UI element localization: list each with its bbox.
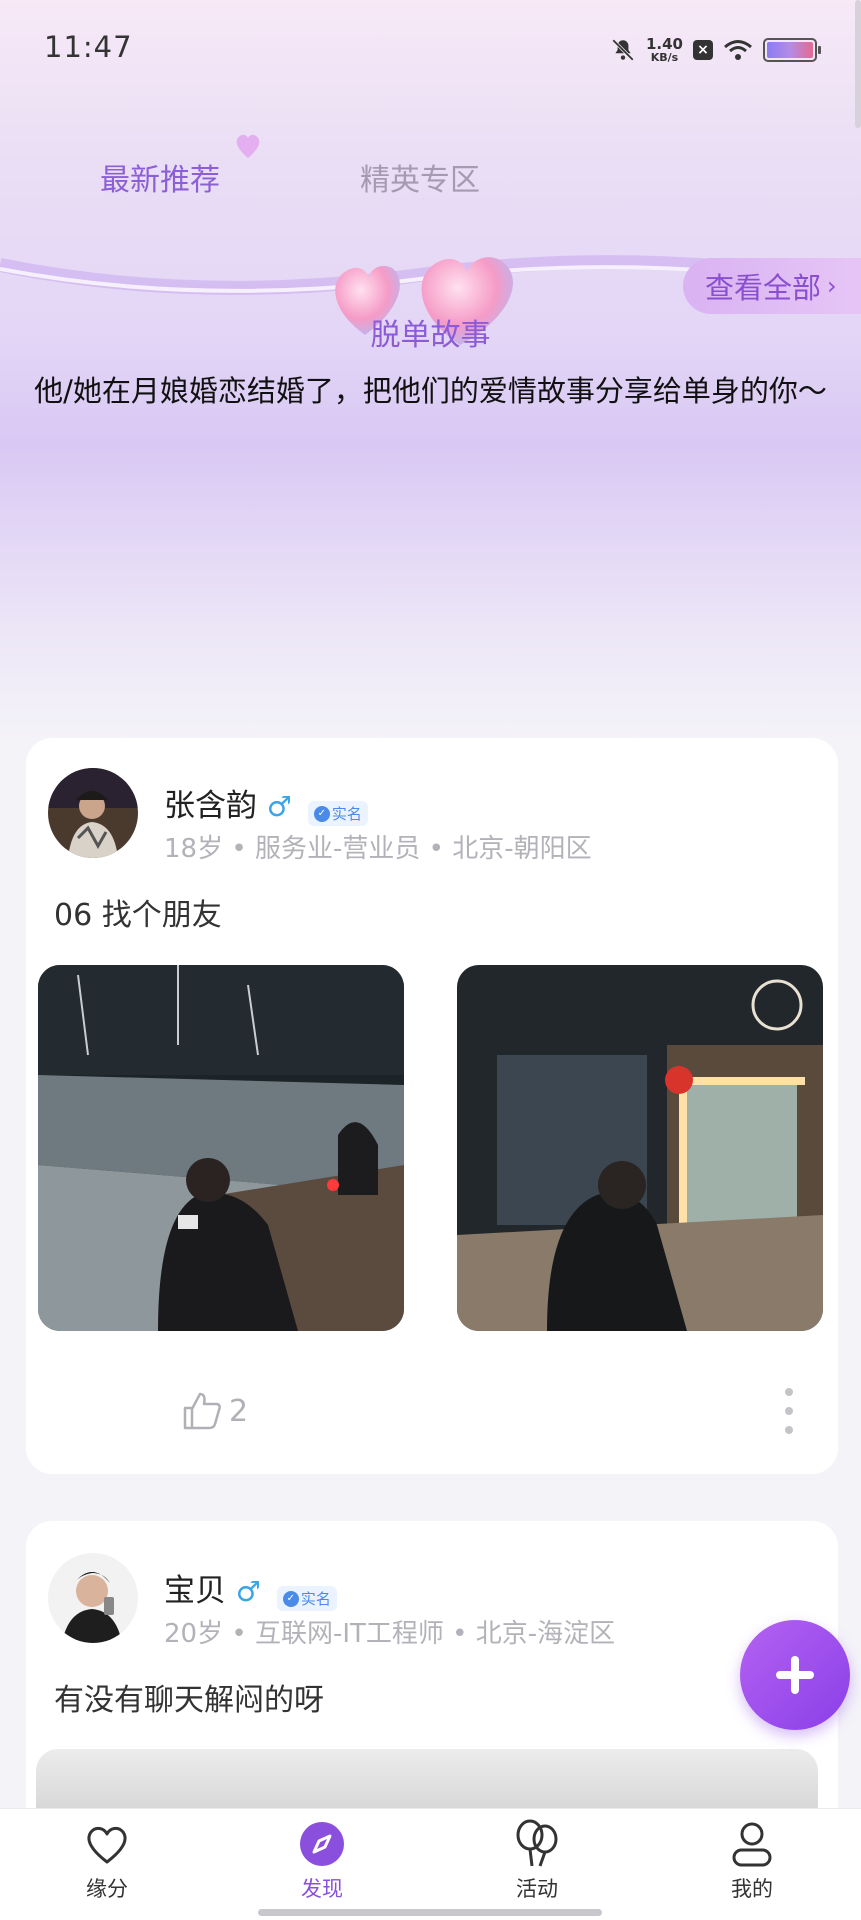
post-text: 06 找个朋友: [54, 898, 222, 933]
post-author-name: 张含韵 ♂ ✓ 实名: [164, 780, 368, 826]
banner-title: 脱单故事: [370, 318, 491, 353]
chevron-right-icon: ›: [827, 272, 837, 300]
post-card[interactable]: 张含韵 ♂ ✓ 实名 18岁 • 服务业-营业员 • 北京-朝阳区 06 找个朋友: [26, 738, 838, 1474]
post-photo[interactable]: [38, 965, 404, 1331]
nav-item-fate[interactable]: 缘分: [47, 1819, 167, 1903]
plus-icon: [776, 1656, 814, 1694]
view-all-button[interactable]: 查看全部 ›: [683, 258, 861, 314]
home-indicator: [258, 1909, 602, 1916]
notification-x-icon: ×: [693, 40, 713, 60]
balloons-icon: [516, 1819, 558, 1867]
more-options-icon[interactable]: [784, 1388, 794, 1434]
post-photo[interactable]: [457, 965, 823, 1331]
nav-item-discover[interactable]: 发现: [262, 1819, 382, 1903]
status-time: 11:47: [44, 30, 133, 64]
avatar[interactable]: [48, 768, 138, 858]
compass-icon: [300, 1822, 344, 1866]
male-icon: ♂: [266, 790, 292, 823]
avatar[interactable]: [48, 1553, 138, 1643]
like-button[interactable]: 2: [181, 1390, 248, 1432]
bottom-nav: 缘分 发现 活动 我的: [0, 1808, 861, 1920]
nav-item-mine[interactable]: 我的: [692, 1819, 812, 1903]
nav-item-activity[interactable]: 活动: [477, 1819, 597, 1903]
tab-latest[interactable]: 最新推荐: [100, 155, 220, 199]
banner-subtitle: 他/她在月娘婚恋结婚了，把他们的爱情故事分享给单身的你～: [34, 374, 827, 408]
post-text: 有没有聊天解闷的呀: [54, 1683, 324, 1718]
wifi-icon: [724, 40, 752, 60]
net-speed: 1.40 KB/s: [645, 35, 683, 64]
verified-icon: ✓: [313, 805, 330, 822]
tab-heart-icon: [236, 134, 260, 158]
status-bar: 11:47 1.40 KB/s ×: [0, 0, 861, 100]
verified-icon: ✓: [282, 1590, 299, 1607]
thumbs-up-icon: [183, 1392, 221, 1430]
create-post-button[interactable]: [740, 1620, 850, 1730]
post-author-meta: 20岁 • 互联网-IT工程师 • 北京-海淀区: [164, 1619, 616, 1649]
person-icon: [732, 1822, 772, 1867]
post-author-meta: 18岁 • 服务业-营业员 • 北京-朝阳区: [164, 834, 592, 864]
bell-off-icon: [612, 39, 634, 61]
male-icon: ♂: [235, 1575, 261, 1608]
heart-icon: [87, 1826, 127, 1864]
like-count: 2: [229, 1393, 249, 1429]
battery-icon: [763, 38, 821, 62]
verified-badge: ✓ 实名: [307, 801, 368, 826]
post-author-name: 宝贝 ♂ ✓ 实名: [164, 1565, 337, 1611]
verified-badge: ✓ 实名: [276, 1586, 337, 1611]
tab-elite[interactable]: 精英专区: [360, 155, 480, 199]
status-icons: 1.40 KB/s ×: [610, 30, 821, 70]
